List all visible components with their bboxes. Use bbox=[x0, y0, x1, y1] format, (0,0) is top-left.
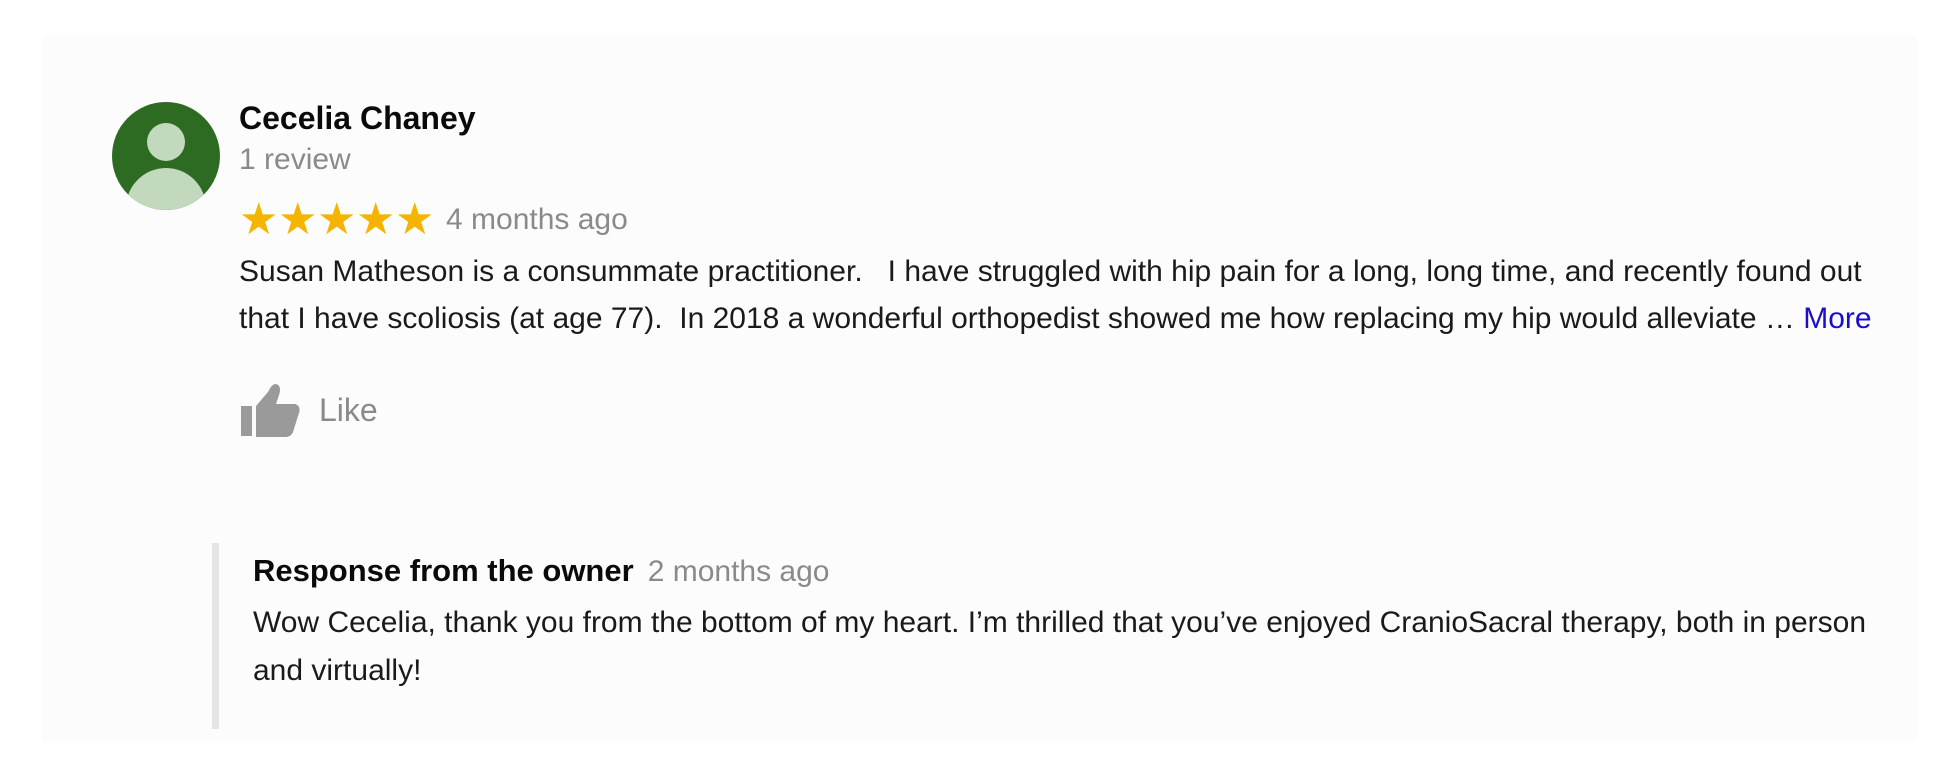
review-content: Cecelia Chaney 1 review ★ ★ ★ ★ ★ 4 mont… bbox=[239, 98, 1909, 440]
thumbs-up-icon bbox=[241, 384, 300, 437]
star-icon: ★ bbox=[395, 195, 435, 244]
avatar-head-shape bbox=[147, 123, 185, 161]
more-link[interactable]: More bbox=[1803, 302, 1871, 335]
owner-response-text: Wow Cecelia, thank you from the bottom o… bbox=[253, 606, 1867, 687]
reviewer-name[interactable]: Cecelia Chaney bbox=[239, 98, 1909, 140]
review-card: Cecelia Chaney 1 review ★ ★ ★ ★ ★ 4 mont… bbox=[42, 36, 1917, 741]
owner-response-header: Response from the owner 2 months ago bbox=[253, 553, 1902, 599]
review-time: 4 months ago bbox=[446, 203, 628, 236]
owner-response-title: Response from the owner bbox=[253, 553, 634, 588]
owner-response: Response from the owner 2 months ago Wow… bbox=[212, 543, 1902, 729]
review-text: Susan Matheson is a consummate practitio… bbox=[239, 248, 1909, 342]
star-icon: ★ bbox=[278, 195, 318, 244]
like-label: Like bbox=[319, 391, 378, 428]
star-rating: ★ ★ ★ ★ ★ bbox=[239, 198, 434, 242]
star-icon: ★ bbox=[356, 195, 396, 244]
avatar[interactable] bbox=[112, 102, 220, 210]
review-body: Susan Matheson is a consummate practitio… bbox=[239, 255, 1870, 335]
star-icon: ★ bbox=[317, 195, 357, 244]
review-count[interactable]: 1 review bbox=[239, 140, 1909, 182]
rating-row: ★ ★ ★ ★ ★ 4 months ago bbox=[239, 198, 1909, 242]
star-icon: ★ bbox=[239, 195, 279, 244]
avatar-body-shape bbox=[126, 168, 206, 210]
owner-response-time: 2 months ago bbox=[647, 555, 830, 588]
like-button[interactable]: Like bbox=[239, 380, 1909, 440]
